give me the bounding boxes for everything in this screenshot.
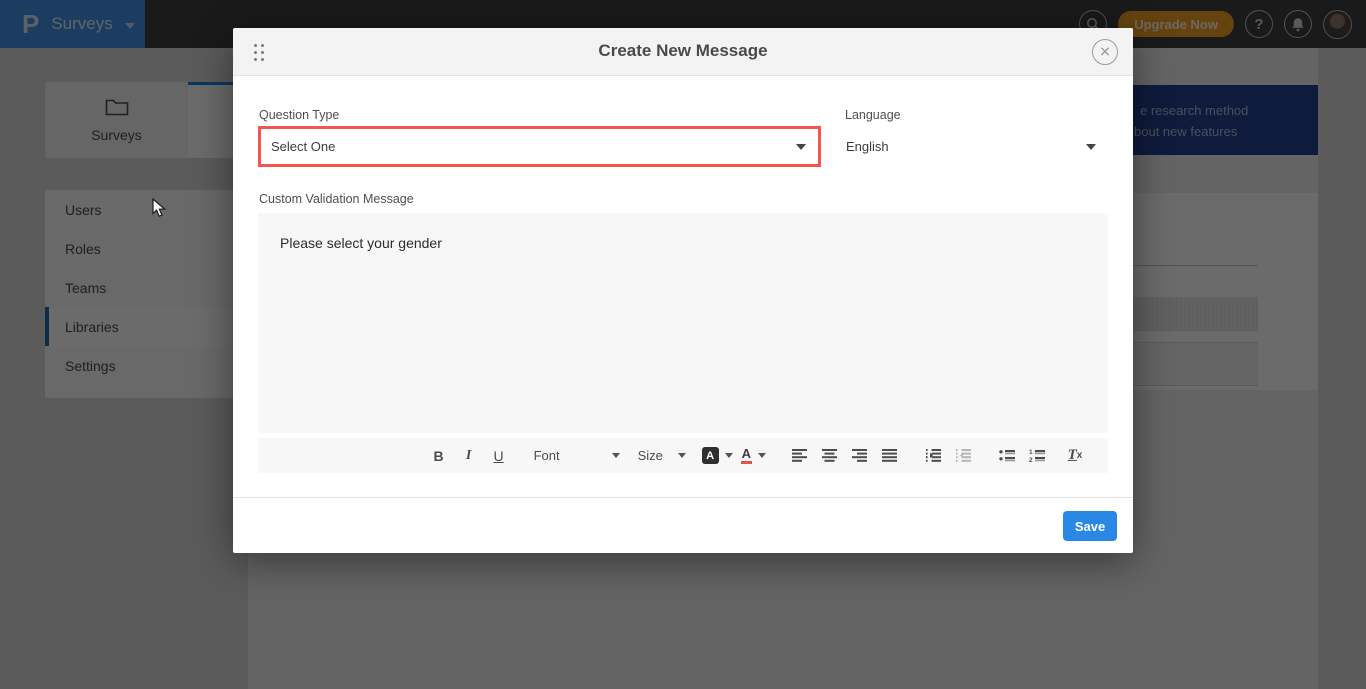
create-new-message-modal: Create New Message ✕ Question Type Selec… xyxy=(233,28,1133,553)
font-dropdown-label: Font xyxy=(534,448,560,463)
editor-toolbar: B I U Font Size A A xyxy=(258,438,1108,473)
size-dropdown[interactable]: Size xyxy=(638,448,686,463)
numbered-list-icon: 12 xyxy=(1029,449,1045,462)
justify-icon xyxy=(882,449,897,462)
remove-format-icon: T xyxy=(1068,447,1077,464)
question-type-select[interactable]: Select One xyxy=(258,126,821,167)
align-right-button[interactable] xyxy=(848,443,870,469)
chevron-down-icon xyxy=(758,453,766,458)
numbered-list-button[interactable]: 12 xyxy=(1026,443,1048,469)
chevron-down-icon xyxy=(796,144,806,150)
language-select[interactable]: English xyxy=(836,126,1108,167)
align-right-icon xyxy=(852,449,867,462)
svg-text:2: 2 xyxy=(1029,457,1033,462)
background-color-icon: A xyxy=(702,447,719,464)
align-left-icon xyxy=(792,449,807,462)
message-editor[interactable]: Please select your gender xyxy=(258,213,1108,433)
modal-title: Create New Message xyxy=(233,41,1133,61)
chevron-down-icon xyxy=(612,453,620,458)
divider xyxy=(233,497,1133,498)
text-color-icon: A xyxy=(741,447,752,464)
close-button[interactable]: ✕ xyxy=(1092,39,1118,65)
svg-text:1: 1 xyxy=(1029,449,1033,456)
bullet-list-button[interactable] xyxy=(996,443,1018,469)
background-color-button[interactable]: A xyxy=(702,447,733,464)
language-label: Language xyxy=(845,108,901,122)
outdent-button[interactable] xyxy=(952,443,974,469)
chevron-down-icon xyxy=(1086,144,1096,150)
chevron-down-icon xyxy=(725,453,733,458)
underline-button[interactable]: U xyxy=(488,443,510,469)
language-value: English xyxy=(846,139,889,154)
bullet-list-icon xyxy=(999,449,1015,462)
align-center-icon xyxy=(822,449,837,462)
bold-button[interactable]: B xyxy=(428,443,450,469)
italic-button[interactable]: I xyxy=(458,443,480,469)
save-button[interactable]: Save xyxy=(1063,511,1117,541)
custom-validation-label: Custom Validation Message xyxy=(259,192,414,206)
size-dropdown-label: Size xyxy=(638,448,663,463)
question-type-value: Select One xyxy=(271,139,335,154)
justify-button[interactable] xyxy=(878,443,900,469)
font-dropdown[interactable]: Font xyxy=(534,448,620,463)
remove-format-button[interactable]: Tx xyxy=(1064,443,1086,469)
indent-icon xyxy=(925,449,941,462)
align-left-button[interactable] xyxy=(788,443,810,469)
align-center-button[interactable] xyxy=(818,443,840,469)
modal-header: Create New Message ✕ xyxy=(233,28,1133,76)
close-icon: ✕ xyxy=(1099,45,1111,59)
question-type-label: Question Type xyxy=(259,108,339,122)
text-color-button[interactable]: A xyxy=(741,447,766,464)
indent-button[interactable] xyxy=(922,443,944,469)
chevron-down-icon xyxy=(678,453,686,458)
outdent-icon xyxy=(955,449,971,462)
editor-text: Please select your gender xyxy=(280,235,442,251)
